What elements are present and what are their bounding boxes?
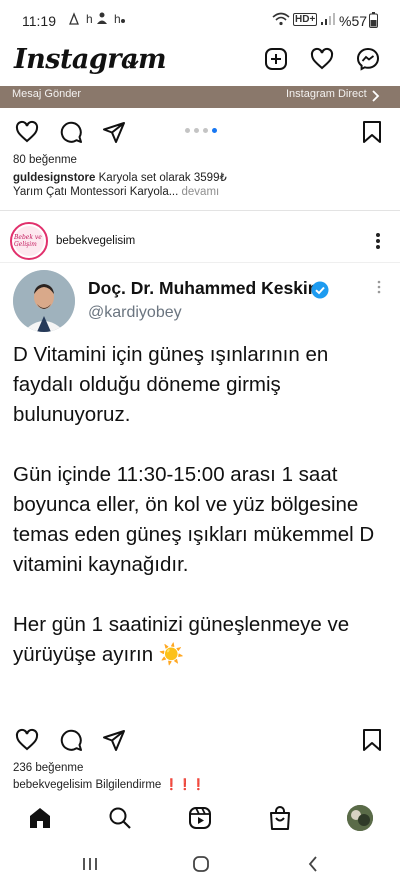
carousel-dot bbox=[203, 128, 208, 133]
post-divider bbox=[0, 210, 400, 211]
tweet-more-icon bbox=[377, 280, 381, 299]
back-icon[interactable] bbox=[308, 856, 318, 877]
notification-letter-1: h bbox=[86, 12, 93, 26]
more-options-icon[interactable] bbox=[375, 232, 381, 255]
caption-username[interactable]: bebekvegelisim bbox=[13, 779, 92, 791]
plus-square-icon[interactable] bbox=[264, 47, 288, 76]
comment-icon[interactable] bbox=[59, 728, 83, 757]
tweet-author-avatar bbox=[13, 270, 75, 332]
carousel-dot bbox=[194, 128, 199, 133]
carousel-dot bbox=[185, 128, 190, 133]
like-heart-icon[interactable] bbox=[15, 120, 39, 149]
post-avatar[interactable]: Bebek ve Gelişim bbox=[10, 222, 48, 260]
avatar-logo: Bebek ve Gelişim bbox=[14, 226, 44, 256]
recent-apps-icon[interactable] bbox=[82, 857, 98, 876]
search-icon[interactable] bbox=[108, 806, 132, 835]
more-link[interactable]: devamı bbox=[182, 186, 220, 198]
heart-icon[interactable] bbox=[310, 47, 334, 76]
verified-badge-icon bbox=[311, 281, 329, 304]
shop-icon[interactable] bbox=[268, 805, 292, 836]
chevron-down-icon[interactable] bbox=[127, 55, 139, 71]
likes-count[interactable]: 80 beğenme bbox=[13, 154, 77, 166]
home-icon[interactable] bbox=[28, 806, 52, 835]
likes-count[interactable]: 236 beğenme bbox=[13, 762, 83, 774]
reels-icon[interactable] bbox=[188, 806, 212, 835]
share-icon[interactable] bbox=[102, 120, 126, 149]
more-notifications-dot bbox=[121, 19, 125, 23]
messenger-icon[interactable] bbox=[356, 47, 380, 76]
sun-emoji: ☀️ bbox=[158, 643, 185, 666]
post-username[interactable]: bebekvegelisim bbox=[56, 235, 135, 247]
home-button-icon[interactable] bbox=[192, 855, 210, 878]
carousel-indicator bbox=[185, 128, 217, 133]
save-bookmark-icon[interactable] bbox=[361, 120, 383, 149]
caption-text-2: Yarım Çatı Montessori Karyola... bbox=[13, 186, 179, 198]
tweet-paragraph-2: Gün içinde 11:30-15:00 arası 1 saat boyu… bbox=[13, 463, 375, 576]
network-type: HD+ bbox=[293, 13, 318, 26]
caption-username[interactable]: guldesignstore bbox=[13, 172, 95, 184]
exclamation-emojis: ❗❗❗ bbox=[164, 779, 206, 791]
save-bookmark-icon[interactable] bbox=[361, 728, 383, 757]
carousel-dot-active bbox=[212, 128, 217, 133]
instagram-direct-label[interactable]: Instagram Direct bbox=[286, 88, 367, 100]
status-bar: 11:19 h h HD+ %57 bbox=[0, 0, 400, 40]
tweet-paragraph-3: Her gün 1 saatinizi güneşlenmeye ve yürü… bbox=[13, 610, 393, 670]
chevron-right-icon[interactable] bbox=[372, 89, 380, 107]
caption-line-1: guldesignstore Karyola set olarak 3599₺ bbox=[13, 170, 227, 184]
notification-letter-2: h bbox=[114, 12, 121, 26]
status-time: 11:19 bbox=[22, 13, 56, 29]
caption-text: Bilgilendirme bbox=[95, 779, 162, 791]
caption-text: Karyola set olarak 3599₺ bbox=[98, 172, 227, 184]
signal-icon bbox=[320, 12, 336, 31]
send-message-label[interactable]: Mesaj Gönder bbox=[12, 88, 81, 100]
battery-icon bbox=[369, 12, 378, 33]
comment-icon[interactable] bbox=[59, 120, 83, 149]
tweet-author-name: Doç. Dr. Muhammed Keskin bbox=[88, 278, 319, 298]
contacts-icon bbox=[96, 11, 108, 28]
notification-icon bbox=[68, 12, 80, 29]
instagram-logo[interactable]: Instagram bbox=[14, 44, 167, 75]
profile-avatar[interactable] bbox=[347, 805, 373, 831]
tweet-author-handle: @kardiyobey bbox=[88, 304, 182, 321]
share-icon[interactable] bbox=[102, 728, 126, 757]
wifi-icon bbox=[272, 12, 290, 31]
tweet-paragraph-1: D Vitamini için güneş ışınlarının en fay… bbox=[13, 343, 329, 426]
caption-line-2: Yarım Çatı Montessori Karyola... devamı bbox=[13, 186, 219, 198]
battery-percent: %57 bbox=[339, 13, 368, 29]
like-heart-icon[interactable] bbox=[15, 728, 39, 757]
tweet-text: D Vitamini için güneş ışınlarının en fay… bbox=[13, 340, 393, 670]
post-caption: bebekvegelisim Bilgilendirme ❗❗❗ bbox=[13, 778, 206, 791]
